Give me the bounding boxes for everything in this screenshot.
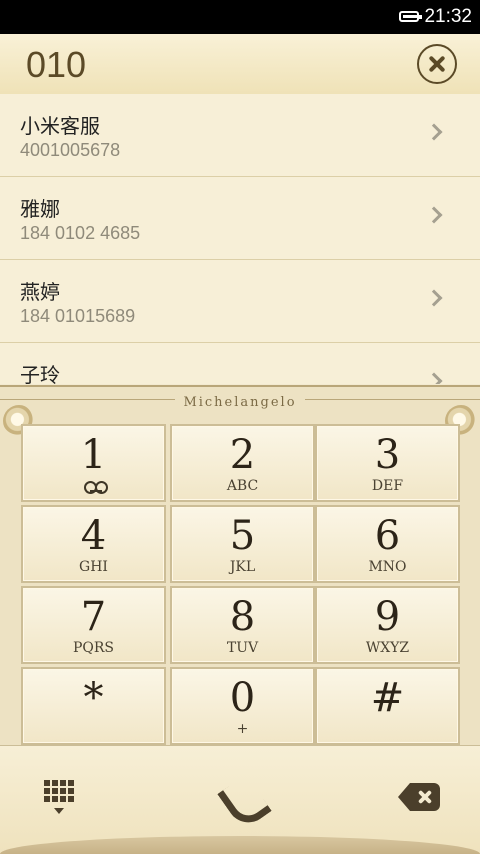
key-letters: WXYZ	[365, 640, 410, 656]
key-letters: +	[236, 721, 249, 737]
contact-name: 燕婷	[20, 280, 60, 304]
battery-icon	[399, 11, 422, 22]
key-digit: 0	[229, 675, 256, 721]
key-letters: TUV	[226, 640, 259, 656]
contact-row[interactable]: 燕婷 184 01015689	[0, 260, 480, 343]
key-digit: 1	[80, 432, 107, 478]
key-star[interactable]: *	[21, 667, 166, 745]
key-letters: MNO	[368, 559, 407, 575]
bottom-wave	[0, 836, 480, 854]
phone-icon[interactable]	[217, 774, 272, 831]
voicemail-icon	[84, 481, 108, 494]
key-1[interactable]: 1	[21, 424, 166, 502]
key-3[interactable]: 3 DEF	[315, 424, 460, 502]
chevron-right-icon[interactable]	[425, 372, 443, 384]
key-2[interactable]: 2 ABC	[170, 424, 315, 502]
key-digit: 5	[229, 513, 256, 559]
key-digit: #	[370, 675, 405, 721]
key-digit: 3	[374, 432, 401, 478]
key-8[interactable]: 8 TUV	[170, 586, 315, 664]
contact-number: 4001005678	[20, 140, 121, 160]
key-digit: 8	[229, 594, 256, 640]
contact-row[interactable]: 小米客服 4001005678	[0, 94, 480, 177]
key-hash[interactable]: #	[315, 667, 460, 745]
key-letters: DEF	[371, 478, 404, 494]
key-letters: GHI	[79, 559, 108, 575]
key-digit: *	[83, 675, 104, 721]
key-digit: 4	[80, 513, 107, 559]
chevron-right-icon[interactable]	[425, 289, 443, 307]
status-bar: 21:32	[0, 0, 480, 34]
keypad-brand: Michelangelo	[0, 391, 480, 410]
key-letters: PQRS	[72, 640, 115, 656]
contact-row[interactable]: 子玲	[0, 343, 480, 384]
brand-label: Michelangelo	[175, 395, 305, 410]
key-6[interactable]: 6 MNO	[315, 505, 460, 583]
key-4[interactable]: 4 GHI	[21, 505, 166, 583]
contact-number: 184 0102 4685	[20, 223, 141, 243]
contact-row[interactable]: 雅娜 184 0102 4685	[0, 177, 480, 260]
dialpad: Michelangelo 1 2 ABC 3 DEF 4 GHI 5 JKL 6…	[0, 385, 480, 747]
key-5[interactable]: 5 JKL	[170, 505, 315, 583]
key-digit: 7	[80, 594, 107, 640]
backspace-icon[interactable]	[398, 783, 440, 811]
key-9[interactable]: 9 WXYZ	[315, 586, 460, 664]
dialer-toolbar	[0, 745, 480, 854]
status-time: 21:32	[424, 6, 472, 27]
key-digit: 2	[229, 432, 256, 478]
key-0[interactable]: 0 +	[170, 667, 315, 745]
dialed-number: 010	[26, 44, 87, 85]
contact-name: 雅娜	[20, 197, 60, 221]
key-digit: 9	[374, 594, 401, 640]
dialpad-icon[interactable]	[44, 780, 74, 814]
key-letters: JKL	[229, 559, 256, 575]
contact-name: 小米客服	[20, 114, 100, 138]
dialer-header: 010	[0, 34, 480, 95]
chevron-right-icon[interactable]	[425, 123, 443, 141]
contact-suggestions: 小米客服 4001005678 雅娜 184 0102 4685 燕婷 184 …	[0, 94, 480, 384]
key-7[interactable]: 7 PQRS	[21, 586, 166, 664]
contact-number: 184 01015689	[20, 306, 136, 326]
key-digit: 6	[374, 513, 401, 559]
key-letters: ABC	[226, 478, 259, 494]
contact-name: 子玲	[20, 363, 60, 384]
chevron-right-icon[interactable]	[425, 206, 443, 224]
clear-button[interactable]	[417, 44, 457, 84]
